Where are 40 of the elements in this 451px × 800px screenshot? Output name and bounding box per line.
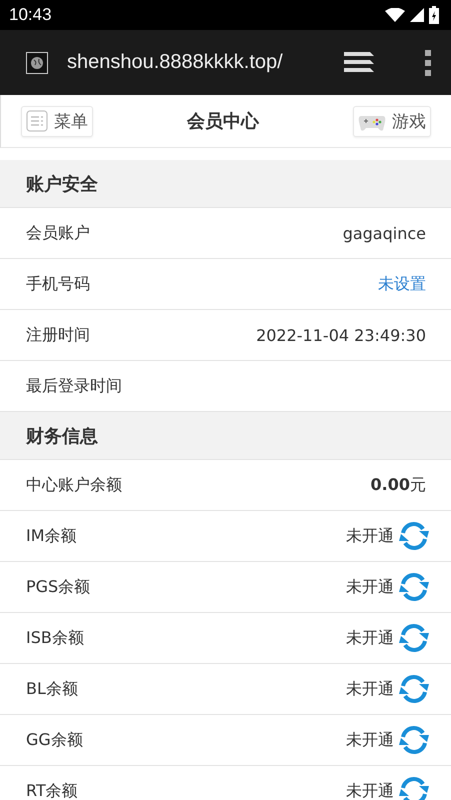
refresh-icon[interactable]: [396, 723, 432, 757]
refresh-icon[interactable]: [396, 774, 432, 800]
url-field[interactable]: shenshou.8888kkkk.top/: [67, 51, 317, 74]
field-value: 2022-11-04 23:49:30: [256, 326, 426, 344]
refresh-icon[interactable]: [396, 672, 432, 706]
field-label: 中心账户余额: [26, 474, 122, 496]
page-title: 会员中心: [187, 110, 259, 133]
battery-icon: [429, 6, 439, 24]
phone-link[interactable]: 未设置: [378, 274, 426, 294]
signal-icon: [410, 8, 424, 22]
field-label: IM余额: [26, 526, 77, 546]
globe-icon: [26, 52, 48, 74]
field-label: 会员账户: [26, 222, 90, 244]
field-label: RT余额: [26, 780, 78, 800]
field-value: 0.00元: [370, 474, 426, 496]
status-text: 未开通: [346, 628, 394, 648]
status-text: 未开通: [346, 576, 394, 598]
wifi-icon: [385, 8, 405, 22]
refresh-icon[interactable]: [396, 519, 432, 553]
field-label: 最后登录时间: [26, 376, 122, 396]
field-label: PGS余额: [26, 576, 90, 598]
field-label: BL余额: [26, 678, 78, 700]
field-value: gagaqince: [342, 224, 426, 242]
list-icon: [26, 110, 48, 132]
status-text: 未开通: [346, 780, 394, 800]
status-text: 未开通: [346, 730, 394, 750]
section-heading: 财务信息: [0, 412, 451, 460]
menu-button[interactable]: 菜单: [21, 106, 93, 136]
field-label: ISB余额: [26, 628, 84, 648]
field-label: 手机号码: [26, 274, 90, 294]
more-icon[interactable]: [425, 50, 431, 76]
field-label: GG余额: [26, 730, 83, 750]
refresh-icon[interactable]: [396, 570, 432, 604]
status-text: 未开通: [346, 526, 394, 546]
games-button[interactable]: 游戏: [353, 106, 431, 136]
field-label: 注册时间: [26, 324, 90, 346]
refresh-icon[interactable]: [396, 621, 432, 655]
status-text: 未开通: [346, 678, 394, 700]
tabs-icon[interactable]: [344, 52, 374, 74]
status-time: 10:43: [9, 5, 52, 25]
